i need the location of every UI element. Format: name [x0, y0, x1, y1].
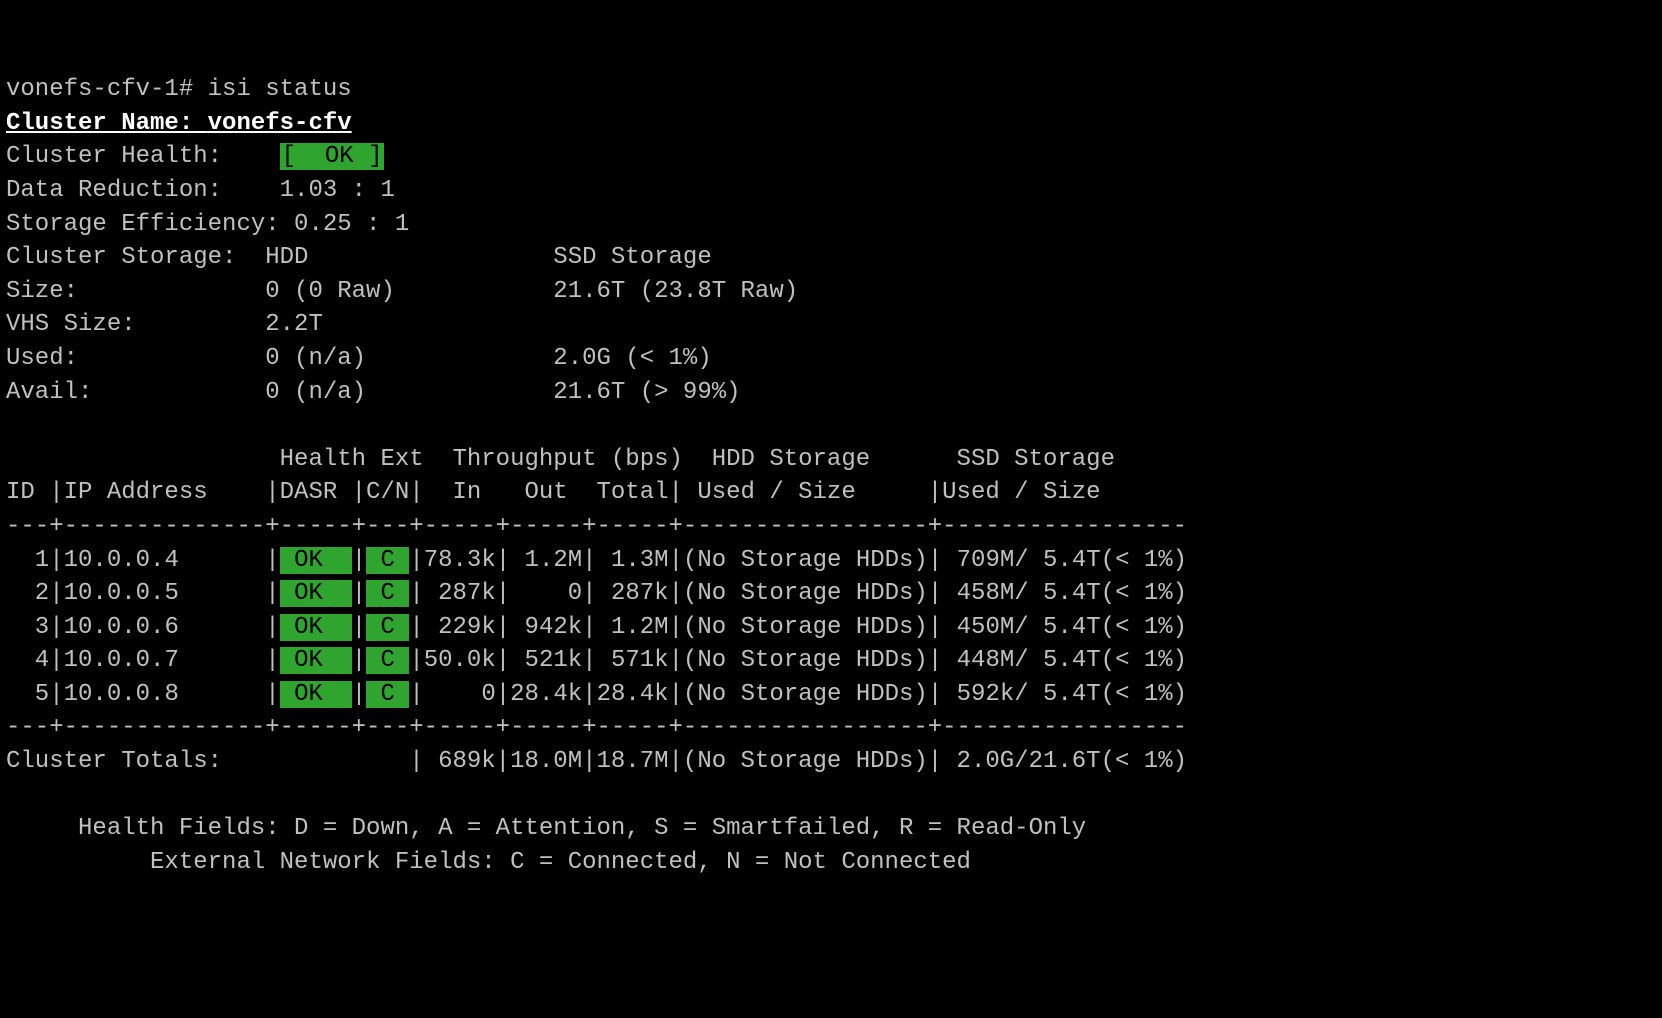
- ext-c: C: [366, 647, 409, 674]
- health-ok: OK: [280, 681, 352, 708]
- node-row: 5|10.0.0.8 | OK | C | 0|28.4k|28.4k|(No …: [6, 681, 1187, 708]
- cluster-storage-header: Cluster Storage: HDD SSD Storage: [6, 244, 712, 271]
- legend-health-fields: Health Fields: D = Down, A = Attention, …: [6, 815, 1086, 842]
- cluster-health-label: Cluster Health:: [6, 143, 280, 170]
- node-row: 2|10.0.0.5 | OK | C | 287k| 0| 287k|(No …: [6, 580, 1187, 607]
- storage-efficiency-value: 0.25 : 1: [294, 211, 409, 238]
- ext-c: C: [366, 614, 409, 641]
- cluster-health-status: [ OK ]: [280, 143, 385, 170]
- table-separator: ---+--------------+-----+---+-----+-----…: [6, 513, 1187, 540]
- ext-c: C: [366, 547, 409, 574]
- health-ok: OK: [280, 547, 352, 574]
- terminal-output: vonefs-cfv-1# isi status Cluster Name: v…: [6, 73, 1656, 879]
- avail-row: Avail: 0 (n/a) 21.6T (> 99%): [6, 379, 741, 406]
- shell-prompt: vonefs-cfv-1#: [6, 76, 208, 103]
- health-ok: OK: [280, 580, 352, 607]
- health-ok: OK: [280, 614, 352, 641]
- cluster-totals-label: Cluster Totals:: [6, 748, 409, 775]
- table-header-1: Health Ext Throughput (bps) HDD Storage …: [6, 446, 1115, 473]
- data-reduction-value: 1.03 : 1: [280, 177, 395, 204]
- vhs-size-row: VHS Size: 2.2T: [6, 311, 323, 338]
- ext-c: C: [366, 681, 409, 708]
- command-text: isi status: [208, 76, 352, 103]
- table-header-2: ID |IP Address |DASR |C/N| In Out Total|…: [6, 479, 1101, 506]
- node-row: 4|10.0.0.7 | OK | C |50.0k| 521k| 571k|(…: [6, 647, 1187, 674]
- legend-network-fields: External Network Fields: C = Connected, …: [6, 849, 971, 876]
- node-row: 3|10.0.0.6 | OK | C | 229k| 942k| 1.2M|(…: [6, 614, 1187, 641]
- cluster-name-label: Cluster Name:: [6, 110, 193, 137]
- used-row: Used: 0 (n/a) 2.0G (< 1%): [6, 345, 712, 372]
- size-row: Size: 0 (0 Raw) 21.6T (23.8T Raw): [6, 278, 798, 305]
- health-ok: OK: [280, 647, 352, 674]
- data-reduction-label: Data Reduction:: [6, 177, 280, 204]
- storage-efficiency-label: Storage Efficiency:: [6, 211, 294, 238]
- ext-c: C: [366, 580, 409, 607]
- cluster-totals-values: | 689k|18.0M|18.7M|(No Storage HDDs)| 2.…: [409, 748, 1187, 775]
- cluster-name-value: vonefs-cfv: [208, 110, 352, 137]
- table-separator: ---+--------------+-----+---+-----+-----…: [6, 714, 1187, 741]
- node-row: 1|10.0.0.4 | OK | C |78.3k| 1.2M| 1.3M|(…: [6, 547, 1187, 574]
